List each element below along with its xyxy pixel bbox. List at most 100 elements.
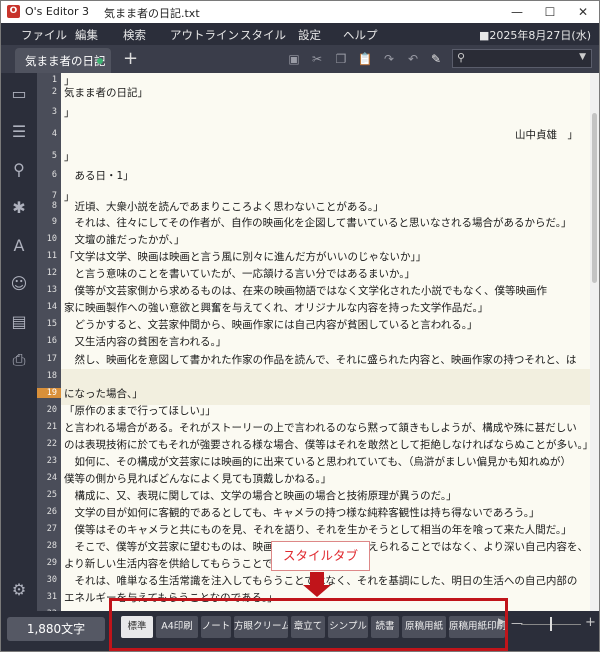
maximize-icon[interactable]: ☐ [536, 3, 564, 21]
save-icon[interactable]: ▣ [286, 51, 302, 67]
line-number: 9 [51, 217, 57, 227]
line-number: 26 [46, 507, 57, 517]
new-tab-button[interactable]: + [123, 48, 138, 69]
date-display: ■2025年8月27日(水) [479, 29, 591, 42]
font-size-icon[interactable]: A [7, 235, 31, 257]
text-line[interactable]: 如何に、その構成が文芸家には映画的に出来ていると思われていても、（烏滸がましい偏… [64, 454, 570, 469]
text-line[interactable]: ある日・1」 [64, 168, 133, 183]
text-line[interactable]: 僕等が文芸家側から求めるものは、在来の映画物語ではなく文学化された小説でもなく、… [64, 283, 547, 298]
text-line[interactable]: 「原作のままで行ってほしい」」 [64, 403, 216, 418]
menu-edit[interactable]: 編集 [75, 27, 98, 43]
document-tab[interactable]: 気まま者の日記 [15, 48, 111, 73]
text-line[interactable]: 然し、映画化を意図して書かれた作家の作品を読んで、それに盛られた内容と、映画作家… [64, 352, 576, 367]
text-line[interactable]: 」 [64, 105, 75, 120]
text-line[interactable]: 山中貞雄 」 [515, 127, 578, 142]
text-line[interactable]: 家に映画製作への強い意欲と興奮を与えてくれ、オリジナルな内容を持った文学作品だ。… [64, 300, 488, 315]
text-line[interactable]: と言う意味のことを書いていたが、一応頷ける言い分ではあるまいか。」 [64, 266, 415, 281]
printer-icon[interactable]: ⎙ [7, 349, 31, 371]
robot-icon[interactable]: ☺ [7, 273, 31, 295]
gear-icon[interactable]: ⚙ [7, 579, 31, 601]
text-line[interactable]: 文壇の誰だったかが、」 [64, 232, 184, 247]
line-number: 13 [46, 285, 57, 295]
line-number: 21 [46, 422, 57, 432]
line-number: 24 [46, 473, 57, 483]
line-number: 23 [46, 456, 57, 466]
tab-bar: 気まま者の日記 + ▣ ✂ ❐ 📋 ↷ ↶ ✎ ⚲ ▼ [1, 45, 599, 73]
file-title: 気まま者の日記.txt [104, 7, 200, 20]
zoom-in-icon[interactable]: + [585, 615, 596, 630]
line-number: 7 [51, 191, 57, 201]
zoom-slider-knob[interactable] [550, 617, 552, 631]
vertical-scrollbar[interactable] [590, 73, 599, 611]
line-number: 3 [51, 107, 57, 117]
line-number: 28 [46, 541, 57, 551]
line-number: 8 [51, 201, 57, 211]
line-number: 10 [46, 234, 57, 244]
line-number: 5 [51, 151, 57, 161]
line-number: 1 [51, 75, 57, 85]
undo-icon[interactable]: ↶ [405, 51, 421, 67]
chevron-down-icon[interactable]: ▼ [579, 52, 586, 62]
outline-list-icon[interactable]: ☰ [7, 121, 31, 143]
menu-style[interactable]: スタイル [240, 27, 286, 43]
paste-icon[interactable]: 📋 [357, 51, 373, 67]
text-line[interactable]: 」 [64, 149, 75, 164]
text-line[interactable]: それは、往々にしてその作者が、自作の映画化を企図して書いていると思いなされる場合… [64, 215, 571, 230]
line-number: 18 [46, 371, 57, 381]
text-line[interactable]: 僕等の側から見ればどんなによく見ても頂戴しかねる。」 [64, 471, 331, 486]
document-tab-label: 気まま者の日記 [25, 54, 106, 68]
cut-icon[interactable]: ✂ [309, 51, 325, 67]
line-number: 14 [46, 302, 57, 312]
text-line[interactable]: 構成に、又、表現に関しては、文学の場合と映画の場合と技術原理が異うのだ。」 [64, 488, 456, 503]
line-number-gutter: 1 2 3 4 5 6 7 8 9 10 11 12 13 14 15 16 17 18 19 20 21 22 23 24 2… [37, 73, 61, 619]
text-line[interactable]: どうかすると、文芸家仲間から、映画作家には自己内容が貧困していると言われる。」 [64, 317, 477, 332]
menu-search[interactable]: 検索 [123, 27, 146, 43]
menu-bar: ファイル 編集 検索 アウトライン スタイル 設定 ヘルプ ■2025年8月27… [1, 23, 599, 45]
line-number: 11 [46, 251, 57, 261]
pdf-icon[interactable]: ▤ [7, 311, 31, 333]
text-line[interactable]: 又生活内容の貧困を言われる。」 [64, 334, 226, 349]
search-icon[interactable]: ⚲ [7, 159, 31, 181]
redo-icon[interactable]: ↷ [381, 51, 397, 67]
line-number: 15 [46, 319, 57, 329]
menu-outline[interactable]: アウトライン [170, 27, 239, 43]
text-line[interactable]: 「文学は文学、映画は映画と言う風に別々に進んだ方がいいのじゃないか」」 [64, 249, 426, 264]
line-number: 29 [46, 558, 57, 568]
menu-help[interactable]: ヘルプ [343, 27, 378, 43]
highlight-box [109, 598, 508, 651]
search-input[interactable]: ⚲ ▼ [452, 49, 592, 68]
line-number: 6 [51, 170, 57, 180]
line-number: 22 [46, 439, 57, 449]
scrollbar-thumb[interactable] [592, 113, 597, 283]
app-title: O's Editor 3 [25, 5, 89, 18]
arrow-head-icon [303, 585, 331, 597]
line-number: 16 [46, 336, 57, 346]
text-line[interactable]: のは表現技術に於てもそれが強要される様な場合、僕等はそれを敢然として拒絶しなけれ… [64, 437, 590, 452]
copy-icon[interactable]: ❐ [333, 51, 349, 67]
text-editor[interactable]: 」気まま者の日記」」山中貞雄 」」 ある日・1」」 近頃、大衆小説を読んであまり… [61, 73, 590, 611]
line-number: 27 [46, 524, 57, 534]
line-number: 20 [46, 405, 57, 415]
menu-settings[interactable]: 設定 [298, 27, 321, 43]
line-number: 19 [37, 388, 61, 398]
line-number: 4 [51, 129, 57, 139]
proofread-icon[interactable]: ✎ [428, 51, 444, 67]
title-bar: O O's Editor 3 気まま者の日記.txt — ☐ ✕ [1, 1, 599, 23]
zoom-out-icon[interactable]: — [511, 616, 523, 630]
text-line[interactable]: 気まま者の日記」 [64, 85, 148, 100]
text-line[interactable]: 僕等はそのキャメラと共にものを見、それを語り、それを生かそうとして相当の年を喰っ… [64, 522, 571, 537]
text-line[interactable]: 近頃、大衆小説を読んであまりこころよく思わないことがある。」 [64, 199, 383, 214]
line-number: 17 [46, 354, 57, 364]
text-line[interactable]: 文学の目が如何に客観的であるとしても、キャメラの持つ様な純粋客観性は持ち得ないで… [64, 505, 539, 520]
close-icon[interactable]: ✕ [569, 3, 597, 21]
app-icon: O [7, 5, 20, 18]
minimize-icon[interactable]: — [503, 3, 531, 21]
folder-icon[interactable]: ▭ [7, 83, 31, 105]
asterisk-icon[interactable]: ✱ [7, 197, 31, 219]
arrow-down-icon [310, 572, 324, 586]
text-line[interactable]: と言われる場合がある。それがストーリーの上で言われるのなら黙って頷きもしようが、… [64, 420, 577, 435]
text-line[interactable]: になった場合、」 [64, 386, 143, 401]
line-number: 30 [46, 575, 57, 585]
line-number: 25 [46, 490, 57, 500]
menu-file[interactable]: ファイル [21, 27, 67, 43]
